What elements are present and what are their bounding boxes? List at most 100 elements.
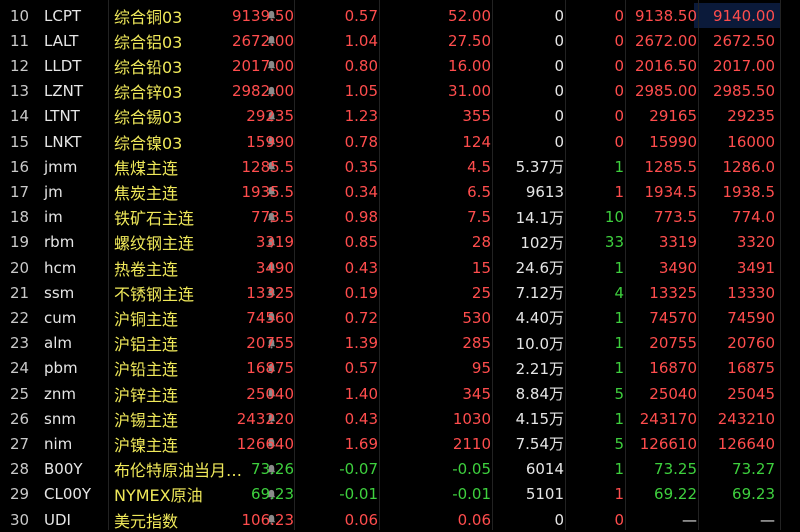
table-row[interactable]: 16 jmm 焦煤主连 1285.5 0.35 4.5 5.37万 1 1285.5 1286.0	[0, 154, 800, 179]
table-row[interactable]: 24 pbm 沪铅主连 16875 0.57 95 2.21万 1 16870 16875	[0, 356, 800, 381]
current-volume: 1	[614, 182, 624, 201]
table-row[interactable]: 17 jm 焦炭主连 1935.5 0.34 6.5 9613 1 1934.5 1938.5	[0, 179, 800, 204]
change-value: 124	[462, 132, 491, 151]
table-row[interactable]: 23 alm 沪铝主连 20755 1.39 285 10.0万 1 20755 20760	[0, 331, 800, 356]
current-volume: 5	[614, 384, 624, 403]
contract-code: LCPT	[44, 6, 82, 25]
table-row[interactable]: 20 hcm 热卷主连 3490 0.43 15 24.6万 1 3490 3491	[0, 255, 800, 280]
current-volume: 0	[614, 56, 624, 75]
row-index: 24	[10, 359, 30, 378]
last-price: 73.26	[251, 460, 294, 479]
volume: 102万	[520, 233, 564, 252]
bid-price: 126610	[639, 434, 697, 453]
volume: 0	[554, 107, 564, 126]
column-divider	[294, 0, 295, 530]
change-value: -0.01	[452, 485, 491, 504]
quote-table: 10 LCPT 综合铜03 9139.50 0.57 52.00 0 0 9138.50 9140…	[0, 0, 800, 532]
table-row[interactable]: 13 LZNT 综合锌03 2982.00 1.05 31.00 0 0 2985.00 2985…	[0, 79, 800, 104]
current-volume: 0	[614, 31, 624, 50]
ask-price: 16875	[727, 359, 775, 378]
bid-price: 9138.50	[634, 6, 697, 25]
ask-price: 25045	[727, 384, 775, 403]
table-row[interactable]: 28 B00Y 布伦特原油当月… 73.26 -0.07 -0.05 6014 1 73.25 7…	[0, 457, 800, 482]
change-percent: -0.07	[339, 460, 378, 479]
contract-name: 热卷主连	[114, 259, 179, 279]
current-volume: 0	[614, 132, 624, 151]
change-value: 28	[471, 233, 491, 252]
column-divider	[698, 0, 699, 530]
table-row[interactable]: 29 CL00Y NYMEX原油 69.23 -0.01 -0.01 5101 1 69.22 6…	[0, 482, 800, 507]
row-index: 12	[10, 56, 30, 75]
table-row[interactable]: 22 cum 沪铜主连 74560 0.72 530 4.40万 1 74570 74590	[0, 305, 800, 330]
bid-price: 2672.00	[634, 31, 697, 50]
last-price: 2017.00	[231, 56, 294, 75]
ask-price: 3320	[736, 233, 775, 252]
table-row[interactable]: 19 rbm 螺纹钢主连 3319 0.85 28 102万 33 3319 3320	[0, 230, 800, 255]
table-row[interactable]: 21 ssm 不锈钢主连 13325 0.19 25 7.12万 4 13325 13330	[0, 280, 800, 305]
contract-code: alm	[44, 334, 72, 353]
current-volume: 1	[614, 308, 624, 327]
table-row[interactable]: 30 UDI 美元指数 106.23 0.06 0.06 0 0 — —	[0, 507, 800, 532]
contract-code: jm	[44, 182, 63, 201]
table-row[interactable]: 25 znm 沪锌主连 25040 1.40 345 8.84万 5 25040 25045	[0, 381, 800, 406]
table-row[interactable]: 10 LCPT 综合铜03 9139.50 0.57 52.00 0 0 9138.50 9140…	[0, 3, 800, 28]
volume: 6014	[525, 460, 564, 479]
last-price: 2672.00	[231, 31, 294, 50]
ask-price: —	[760, 510, 775, 529]
contract-name: 综合铅03	[114, 57, 183, 77]
row-index: 28	[10, 460, 30, 479]
bid-price: 20755	[649, 334, 697, 353]
current-volume: 1	[614, 258, 624, 277]
row-index: 14	[10, 107, 30, 126]
contract-name: 综合锡03	[114, 108, 183, 128]
change-value: 4.5	[467, 157, 491, 176]
table-row[interactable]: 26 snm 沪锡主连 243220 0.43 1030 4.15万 1 243170 24321…	[0, 406, 800, 431]
change-percent: 0.98	[344, 208, 378, 227]
row-index: 17	[10, 182, 30, 201]
change-value: 6.5	[467, 182, 491, 201]
contract-code: UDI	[44, 510, 71, 529]
change-value: 31.00	[448, 82, 491, 101]
change-percent: 0.19	[344, 283, 378, 302]
change-value: 15	[471, 258, 491, 277]
bid-price: 73.25	[654, 460, 697, 479]
row-index: 21	[10, 283, 30, 302]
volume: 0	[554, 31, 564, 50]
change-value: 95	[471, 359, 491, 378]
contract-name: 焦炭主连	[114, 183, 179, 203]
table-row[interactable]: 14 LTNT 综合锡03 29235 1.23 355 0 0 29165 29235	[0, 104, 800, 129]
last-price: 3319	[255, 233, 294, 252]
contract-code: B00Y	[44, 460, 83, 479]
ask-price: 73.27	[732, 460, 775, 479]
volume: 14.1万	[515, 208, 564, 227]
row-index: 18	[10, 208, 30, 227]
table-row[interactable]: 12 LLDT 综合铅03 2017.00 0.80 16.00 0 0 2016.50 2017…	[0, 53, 800, 78]
current-volume: 1	[614, 485, 624, 504]
volume: 9613	[525, 182, 564, 201]
row-index: 19	[10, 233, 30, 252]
last-price: 13325	[246, 283, 294, 302]
table-row[interactable]: 27 nim 沪镍主连 126640 1.69 2110 7.54万 5 126610 12664…	[0, 431, 800, 456]
last-price: 773.5	[251, 208, 294, 227]
column-divider	[492, 0, 493, 530]
ask-price: 13330	[727, 283, 775, 302]
bid-price: 25040	[649, 384, 697, 403]
last-price: 15990	[246, 132, 294, 151]
row-index: 29	[10, 485, 30, 504]
table-row[interactable]: 15 LNKT 综合镍03 15990 0.78 124 0 0 15990 16000	[0, 129, 800, 154]
current-volume: 4	[614, 283, 624, 302]
table-row[interactable]: 18 im 铁矿石主连 773.5 0.98 7.5 14.1万 10 773.5 774.0	[0, 205, 800, 230]
contract-code: pbm	[44, 359, 78, 378]
contract-code: LZNT	[44, 82, 84, 101]
current-volume: 1	[614, 334, 624, 353]
last-price: 3490	[255, 258, 294, 277]
change-value: 25	[471, 283, 491, 302]
contract-code: LALT	[44, 31, 79, 50]
volume: 8.84万	[515, 385, 564, 404]
change-percent: -0.01	[339, 485, 378, 504]
change-percent: 0.57	[344, 359, 378, 378]
contract-code: rbm	[44, 233, 75, 252]
bid-price: 3319	[658, 233, 697, 252]
table-row[interactable]: 11 LALT 综合铝03 2672.00 1.04 27.50 0 0 2672.00 2672…	[0, 28, 800, 53]
column-divider	[108, 0, 109, 530]
